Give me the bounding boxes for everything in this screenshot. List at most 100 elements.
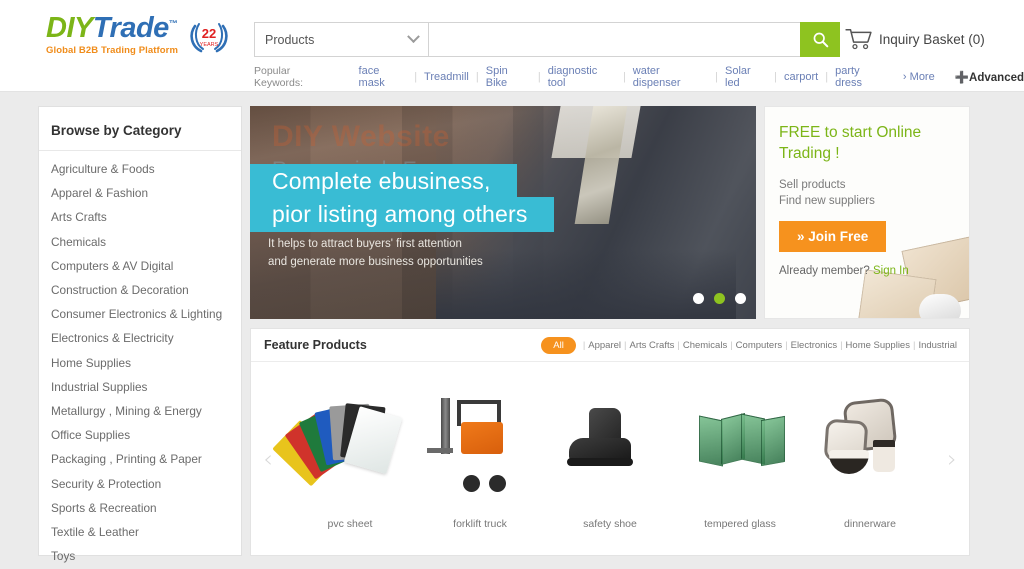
promo-mouse-icon — [919, 294, 961, 318]
keyword-link[interactable]: carport — [784, 71, 818, 83]
bowl — [829, 449, 869, 474]
join-free-button[interactable]: » Join Free — [779, 220, 887, 252]
filter-industrial[interactable]: Industrial — [918, 340, 957, 351]
filter-separator: | — [624, 339, 627, 351]
filter-chemicals[interactable]: Chemicals — [683, 340, 727, 351]
keyword-link[interactable]: party dress — [835, 65, 888, 89]
promo-panel: FREE to start Online Trading ! Sell prod… — [764, 106, 970, 319]
keyword-link[interactable]: Treadmill — [424, 71, 469, 83]
more-keywords-link[interactable]: › More — [903, 71, 935, 83]
product-card-dinnerware[interactable]: dinnerware — [805, 388, 935, 530]
advanced-search-link[interactable]: ➕Advanced — [955, 70, 1024, 84]
search-button[interactable] — [800, 22, 840, 57]
sidebar-item-agriculture-foods[interactable]: Agriculture & Foods — [39, 157, 241, 181]
filter-separator: | — [582, 339, 586, 351]
carousel-next-arrow[interactable]: › — [935, 445, 969, 473]
keyword-separator: | — [715, 71, 718, 83]
mug — [873, 439, 895, 472]
banner-headline-line1: Complete ebusiness, — [272, 168, 491, 194]
filter-separator: | — [785, 339, 788, 351]
sign-in-link[interactable]: Sign In — [873, 265, 909, 277]
sidebar-item-apparel-fashion[interactable]: Apparel & Fashion — [39, 181, 241, 205]
keyword-link[interactable]: Solar led — [725, 65, 767, 89]
filter-home-supplies[interactable]: Home Supplies — [846, 340, 910, 351]
carousel-dot-1[interactable] — [693, 293, 704, 304]
pvc-sheet-image — [272, 388, 409, 498]
sidebar-item-metallurgy-mining-energy[interactable]: Metallurgy , Mining & Energy — [39, 399, 241, 423]
sidebar-item-consumer-electronics-lighting[interactable]: Consumer Electronics & Lighting — [39, 302, 241, 326]
product-card-forklift-truck[interactable]: forklift truck — [415, 388, 545, 530]
product-card-safety-shoe[interactable]: safety shoe — [545, 388, 675, 530]
search-input[interactable] — [428, 22, 800, 57]
carousel-dots — [693, 293, 746, 304]
site-logo[interactable]: DIYTrade™ Global B2B Trading Platform 22… — [46, 14, 231, 56]
filter-separator: | — [840, 339, 843, 351]
product-card-tempered-glass[interactable]: tempered glass — [675, 388, 805, 530]
sidebar-item-home-supplies[interactable]: Home Supplies — [39, 351, 241, 375]
banner-headline-block-2: pior listing among others — [250, 197, 554, 232]
search-icon — [813, 32, 828, 48]
inquiry-basket-label: Inquiry Basket (0) — [879, 32, 985, 47]
feature-products-title: Feature Products — [264, 338, 367, 352]
logo-text: DIYTrade™ Global B2B Trading Platform — [46, 14, 178, 56]
keyword-separator: | — [475, 71, 479, 83]
filter-computers[interactable]: Computers — [736, 340, 782, 351]
keyword-link[interactable]: Spin Bike — [486, 65, 531, 89]
sidebar-item-computers-av-digital[interactable]: Computers & AV Digital — [39, 254, 241, 278]
forklift-wheel-rear — [489, 474, 506, 492]
shopping-cart-icon — [845, 29, 872, 50]
keyword-separator: | — [622, 71, 626, 83]
promo-bullet-find-suppliers: Find new suppliers — [779, 194, 875, 207]
sidebar-heading: Browse by Category — [39, 107, 241, 151]
already-member-row: Already member? Sign In — [779, 265, 969, 277]
feature-products-panel: Feature Products All | Apparel | Arts Cr… — [250, 328, 970, 556]
logo-tagline: Global B2B Trading Platform — [46, 45, 179, 56]
search-bar: Products — [254, 22, 840, 57]
product-carousel: ‹ pvc sheet forklift truck safety shoe t… — [251, 362, 969, 555]
sidebar-item-construction-decoration[interactable]: Construction & Decoration — [39, 278, 241, 302]
forklift-fork — [427, 447, 453, 453]
filter-arts-crafts[interactable]: Arts Crafts — [630, 340, 675, 351]
popular-keywords: Popular Keywords: face mask | Treadmill | … — [254, 65, 1024, 89]
sidebar-item-industrial-supplies[interactable]: Industrial Supplies — [39, 375, 241, 399]
keyword-link[interactable]: water dispenser — [633, 65, 708, 89]
banner-headline-line2: pior listing among others — [272, 201, 528, 227]
sidebar-item-packaging-printing-paper[interactable]: Packaging , Printing & Paper — [39, 447, 241, 471]
banner-subtext: It helps to attract buyers' first attent… — [268, 236, 483, 272]
product-name: dinnerware — [844, 517, 896, 530]
sidebar-item-toys[interactable]: Toys — [39, 544, 241, 568]
search-category-value: Products — [265, 32, 315, 47]
inquiry-basket[interactable]: Inquiry Basket (0) — [845, 28, 985, 51]
sidebar-item-electronics-electricity[interactable]: Electronics & Electricity — [39, 326, 241, 350]
forklift-wheel-front — [463, 474, 480, 492]
keyword-separator: | — [825, 71, 829, 83]
forklift-mast — [441, 397, 450, 454]
main-content: Browse by Category Agriculture & Foods A… — [0, 93, 1024, 569]
filter-apparel[interactable]: Apparel — [588, 340, 621, 351]
more-keywords-label: More — [909, 71, 935, 83]
sidebar-item-chemicals[interactable]: Chemicals — [39, 230, 241, 254]
promo-bullet-sell-products: Sell products — [779, 178, 846, 191]
hero-banner[interactable]: DIY Website Responsively Easy Over 3,000… — [250, 106, 756, 319]
sidebar-item-arts-crafts[interactable]: Arts Crafts — [39, 205, 241, 229]
keyword-link[interactable]: face mask — [359, 65, 408, 89]
sidebar-item-office-supplies[interactable]: Office Supplies — [39, 423, 241, 447]
logo-trademark: ™ — [168, 18, 178, 29]
dinnerware-image — [811, 388, 929, 498]
filter-separator: | — [912, 339, 916, 351]
page-root: DIYTrade™ Global B2B Trading Platform 22… — [0, 0, 1024, 569]
product-name: pvc sheet — [327, 517, 373, 530]
advanced-search-label: Advanced — [969, 72, 1024, 84]
sidebar-item-sports-recreation[interactable]: Sports & Recreation — [39, 496, 241, 520]
filter-all-button[interactable]: All — [541, 336, 576, 354]
filter-electronics[interactable]: Electronics — [791, 340, 837, 351]
carousel-dot-3[interactable] — [735, 293, 746, 304]
forklift-truck-image — [421, 388, 539, 498]
product-card-pvc-sheet[interactable]: pvc sheet — [272, 388, 415, 530]
sidebar-item-textile-leather[interactable]: Textile & Leather — [39, 520, 241, 544]
logo-diy: DIY — [46, 12, 93, 44]
carousel-dot-2[interactable] — [714, 293, 725, 304]
search-category-select[interactable]: Products — [254, 22, 428, 57]
keyword-link[interactable]: diagnostic tool — [548, 65, 616, 89]
sidebar-item-security-protection[interactable]: Security & Protection — [39, 471, 241, 495]
